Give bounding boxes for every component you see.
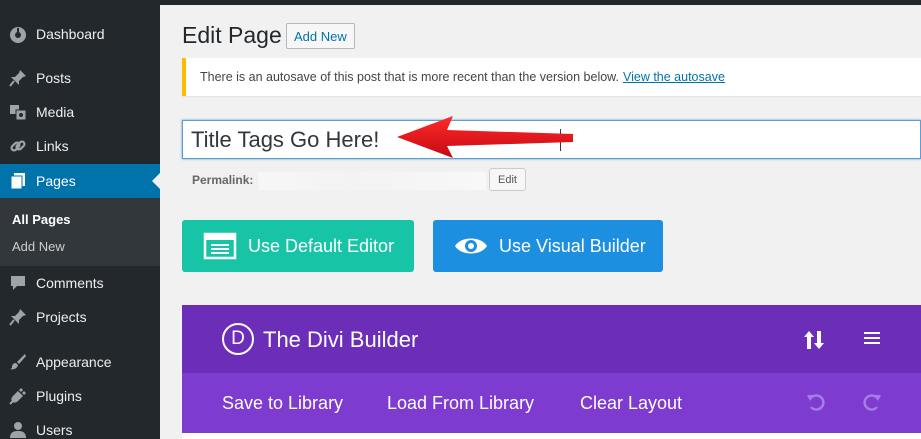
autosave-notice: There is an autosave of this post that i… (182, 58, 921, 96)
sidebar-item-label: Appearance (36, 354, 112, 370)
notice-text: There is an autosave of this post that i… (200, 70, 619, 84)
add-new-button[interactable]: Add New (286, 23, 355, 49)
sidebar-item-users[interactable]: Users (0, 413, 160, 439)
dashboard-icon (8, 24, 28, 44)
pin-icon (8, 68, 28, 88)
sidebar-item-label: Media (36, 104, 75, 120)
sidebar-item-label: Projects (36, 309, 87, 325)
submenu-item-all-pages[interactable]: All Pages (12, 212, 71, 227)
sidebar-item-label: Dashboard (36, 26, 105, 42)
sidebar-item-media[interactable]: Media (0, 95, 160, 129)
use-visual-builder-label: Use Visual Builder (499, 235, 646, 256)
divi-header: D The Divi Builder (182, 305, 921, 373)
admin-top-bar (160, 0, 921, 5)
brush-icon (8, 352, 28, 372)
divi-content-area (182, 433, 921, 439)
undo-icon[interactable] (806, 392, 826, 417)
sort-arrows-icon[interactable] (802, 329, 826, 356)
menu-icon[interactable] (863, 329, 881, 352)
clear-layout-button[interactable]: Clear Layout (580, 393, 682, 414)
sidebar-item-projects[interactable]: Projects (0, 300, 160, 334)
pages-icon (8, 171, 28, 191)
permalink-url[interactable] (258, 172, 486, 190)
submenu-item-add-new[interactable]: Add New (12, 239, 65, 254)
sidebar-item-posts[interactable]: Posts (0, 61, 160, 95)
sidebar-item-appearance[interactable]: Appearance (0, 345, 160, 379)
use-visual-builder-button[interactable]: Use Visual Builder (433, 220, 663, 272)
link-icon (8, 136, 28, 156)
load-from-library-button[interactable]: Load From Library (387, 393, 534, 414)
sidebar-item-pages[interactable]: Pages (0, 164, 160, 198)
redo-icon[interactable] (862, 392, 882, 417)
sidebar-item-label: Plugins (36, 388, 82, 404)
document-list-icon (200, 231, 240, 261)
eye-icon (451, 231, 491, 261)
divi-builder-panel: D The Divi Builder Save to Library Load … (182, 305, 921, 439)
view-autosave-link[interactable]: View the autosave (623, 70, 725, 84)
media-icon (8, 102, 28, 122)
annotation-arrow-icon (397, 116, 573, 158)
sidebar-item-comments[interactable]: Comments (0, 266, 160, 300)
sidebar-item-label: Pages (36, 173, 76, 189)
admin-sidebar: Dashboard Posts Media Links Pages All Pa… (0, 0, 160, 439)
save-to-library-button[interactable]: Save to Library (222, 393, 343, 414)
page-title: Edit Page (182, 22, 282, 48)
divi-logo: D (222, 323, 254, 355)
permalink-label: Permalink: (192, 173, 254, 187)
sidebar-item-links[interactable]: Links (0, 129, 160, 163)
sidebar-item-label: Comments (36, 275, 104, 291)
plug-icon (8, 386, 28, 406)
sidebar-item-dashboard[interactable]: Dashboard (0, 17, 160, 51)
sidebar-item-plugins[interactable]: Plugins (0, 379, 160, 413)
use-default-editor-button[interactable]: Use Default Editor (182, 220, 414, 272)
use-default-editor-label: Use Default Editor (248, 235, 395, 256)
sidebar-item-label: Posts (36, 70, 72, 86)
permalink-edit-button[interactable]: Edit (489, 168, 526, 191)
comment-icon (8, 273, 28, 293)
pin-icon (8, 307, 28, 327)
user-icon (8, 420, 28, 439)
sidebar-item-label: Users (36, 422, 73, 438)
sidebar-item-label: Links (36, 138, 69, 154)
divi-title: The Divi Builder (263, 327, 419, 352)
pages-submenu: All Pages Add New (0, 198, 160, 266)
